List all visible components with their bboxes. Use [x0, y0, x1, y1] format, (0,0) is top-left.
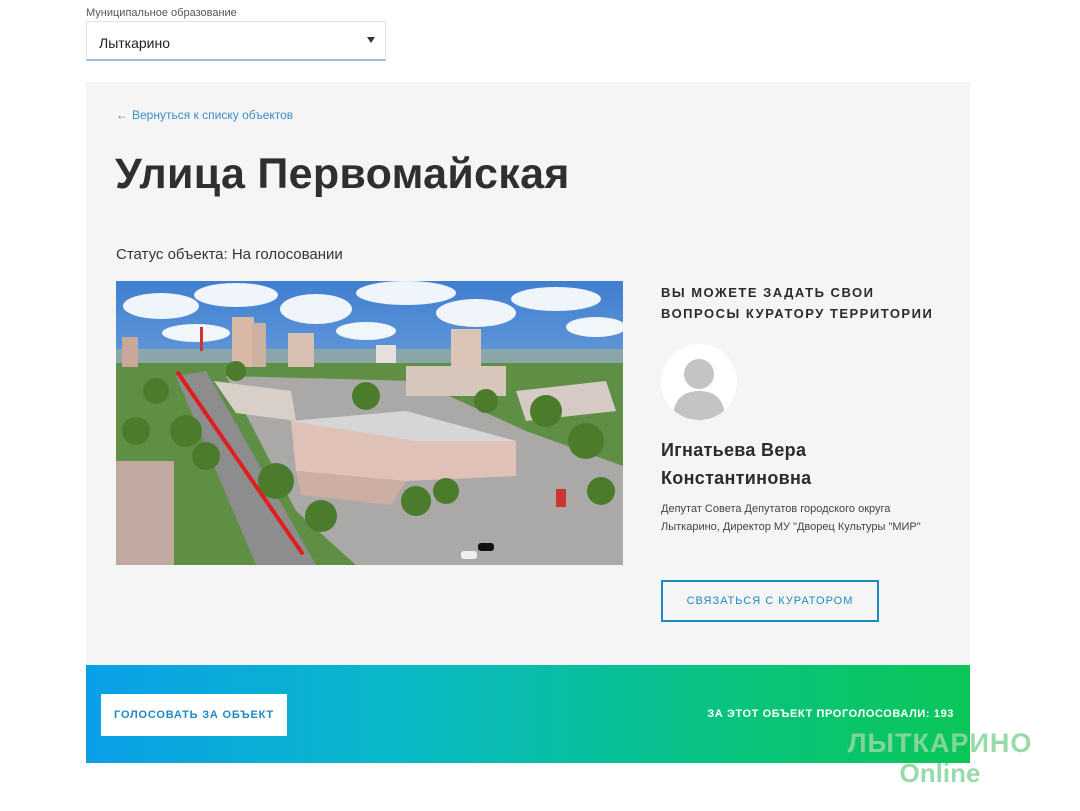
municipality-select[interactable]: Лыткарино — [86, 21, 386, 61]
page-title: Улица Первомайская — [115, 150, 570, 198]
contact-curator-button[interactable]: СВЯЗАТЬСЯ С КУРАТОРОМ — [661, 580, 879, 622]
vote-bar: ГОЛОСОВАТЬ ЗА ОБЪЕКТ ЗА ЭТОТ ОБЪЕКТ ПРОГ… — [86, 665, 970, 763]
watermark-line-2: Online — [899, 758, 981, 788]
curator-heading: ВЫ МОЖЕТЕ ЗАДАТЬ СВОИ ВОПРОСЫ КУРАТОРУ Т… — [661, 285, 934, 321]
arrow-left-icon: ← — [116, 108, 128, 122]
avatar — [661, 344, 737, 420]
back-to-list-link[interactable]: ← Вернуться к списку объектов — [116, 108, 293, 122]
curator-name: Игнатьева Вера Константиновна — [661, 440, 812, 488]
site-watermark-logo: ЛЫТКАРИНО Online — [840, 728, 1040, 788]
object-photo — [116, 281, 623, 565]
curator-description: Депутат Совета Депутатов городского окру… — [661, 503, 921, 533]
watermark-line-1: ЛЫТКАРИНО — [847, 728, 1033, 758]
object-status: Статус объекта: На голосовании — [116, 246, 343, 263]
back-link-label: Вернуться к списку объектов — [132, 108, 294, 122]
municipality-selected-value: Лыткарино — [99, 35, 171, 51]
municipality-label: Муниципальное образование — [86, 7, 237, 19]
object-card: ← Вернуться к списку объектов Улица Перво… — [86, 82, 970, 665]
vote-count: ЗА ЭТОТ ОБЪЕКТ ПРОГОЛОСОВАЛИ: 193 — [707, 708, 954, 720]
vote-for-object-button[interactable]: ГОЛОСОВАТЬ ЗА ОБЪЕКТ — [101, 694, 287, 736]
user-placeholder-icon — [673, 359, 725, 420]
chevron-down-icon — [367, 37, 375, 43]
